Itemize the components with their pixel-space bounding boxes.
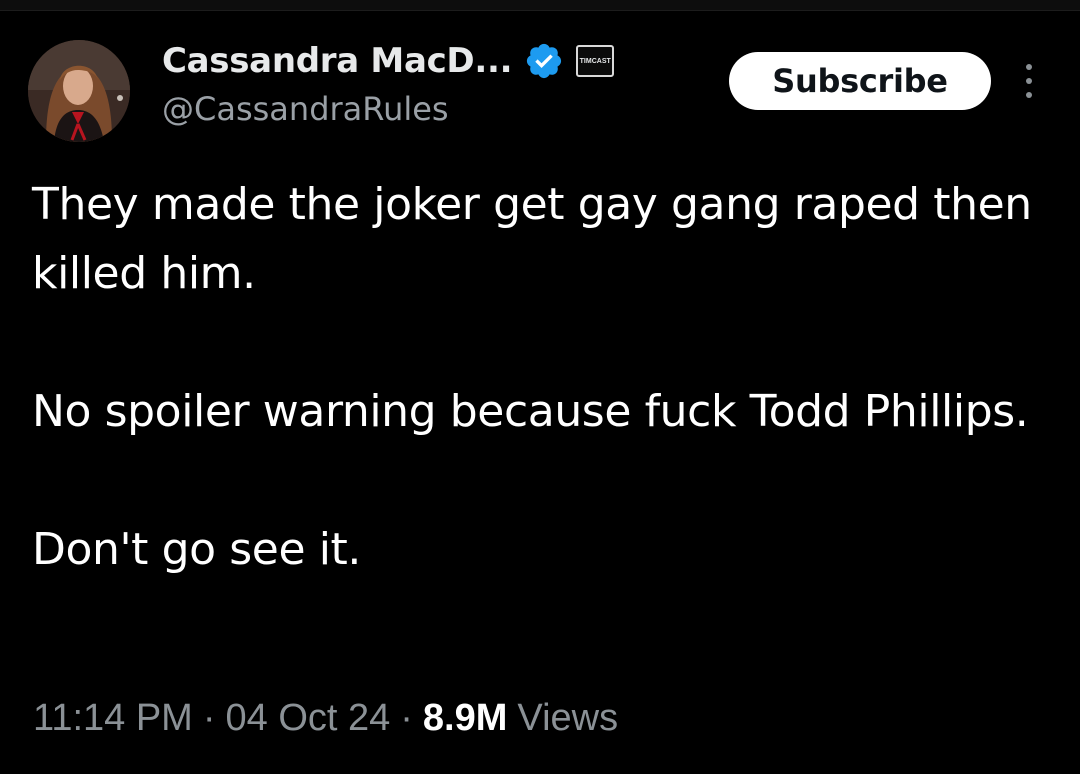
affiliate-badge[interactable]: TIMCAST <box>576 45 615 77</box>
tweet-date[interactable]: 04 Oct 24 <box>226 697 391 740</box>
author-handle[interactable]: @CassandraRules <box>162 90 449 128</box>
tweet-paragraph: No spoiler warning because fuck Todd Phi… <box>32 386 1029 437</box>
tweet-paragraph: They made the joker get gay gang raped t… <box>32 179 1032 299</box>
author-avatar[interactable] <box>28 40 130 142</box>
profile-photo <box>28 40 130 142</box>
meta-separator: · <box>202 697 216 739</box>
tweet-meta: 11:14 PM · 04 Oct 24 · 8.9M Views <box>33 697 618 740</box>
author-name-row: Cassandra MacD... TIMCAST <box>162 36 615 86</box>
verified-badge-icon <box>527 43 562 79</box>
more-vertical-icon[interactable] <box>1012 58 1046 104</box>
meta-separator: · <box>400 697 413 739</box>
views-count[interactable]: 8.9M <box>423 697 507 740</box>
subscribe-button[interactable]: Subscribe <box>729 52 991 110</box>
tweet-body: They made the joker get gay gang raped t… <box>32 170 1052 584</box>
tweet-card: Cassandra MacD... TIMCAST @CassandraRule… <box>0 0 1080 774</box>
tweet-paragraph: Don't go see it. <box>32 524 361 575</box>
display-name[interactable]: Cassandra MacD... <box>162 41 513 81</box>
tweet-time[interactable]: 11:14 PM <box>33 697 193 740</box>
views-label: Views <box>517 697 619 739</box>
